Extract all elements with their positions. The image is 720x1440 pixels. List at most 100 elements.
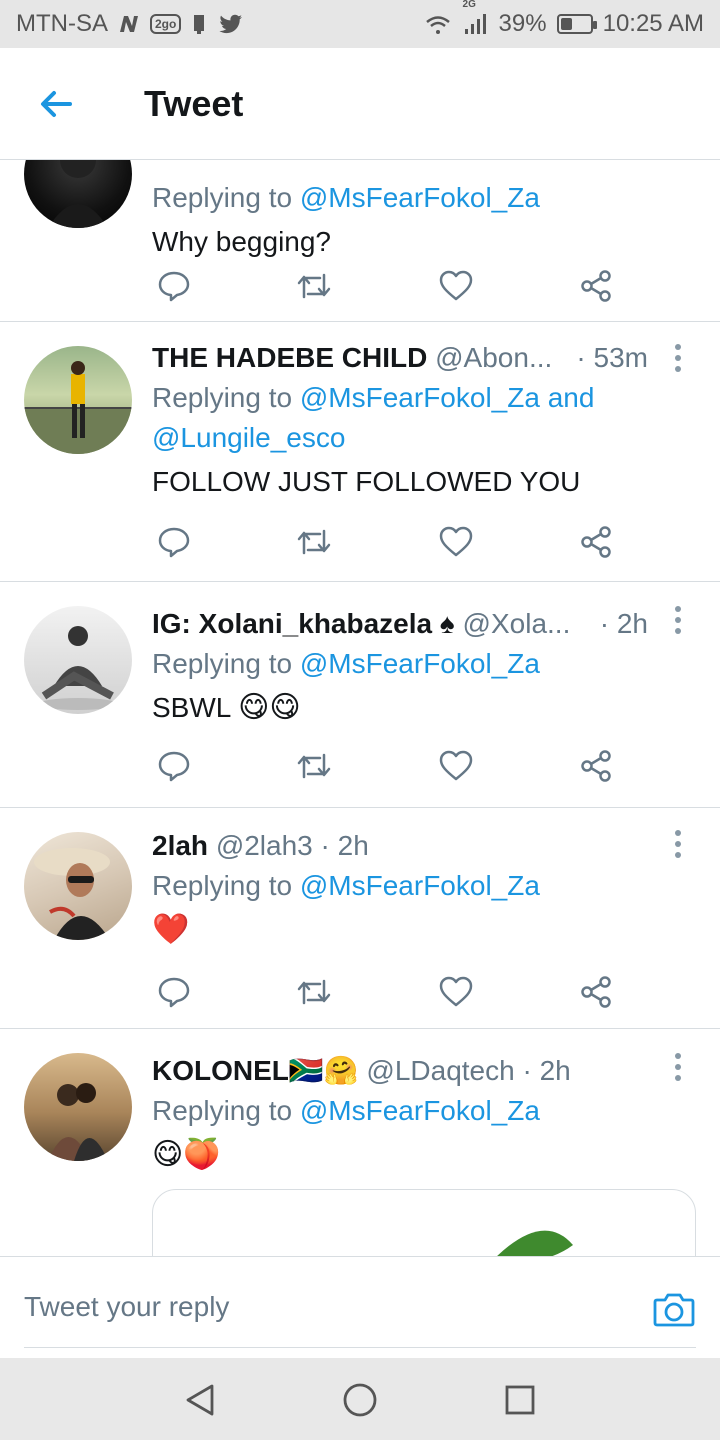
name-emoji: ♠ bbox=[439, 608, 455, 639]
more-options-button[interactable] bbox=[666, 1047, 690, 1087]
share-button[interactable] bbox=[574, 970, 618, 1014]
more-options-button[interactable] bbox=[666, 824, 690, 864]
retweet-button[interactable] bbox=[292, 744, 336, 788]
battery-icon bbox=[556, 14, 597, 34]
reply-icon bbox=[158, 751, 190, 782]
recents-square-icon bbox=[505, 1385, 535, 1415]
share-button[interactable] bbox=[574, 264, 618, 308]
avatar[interactable] bbox=[24, 1053, 132, 1161]
reply-feed: Replying to @MsFearFokol_Za Why begging?… bbox=[0, 160, 720, 1256]
mention-link[interactable]: @Lungile_esco bbox=[152, 422, 345, 453]
tweet-item[interactable]: THE HADEBE CHILD @Abon... Replying to @M… bbox=[0, 322, 720, 582]
reply-icon bbox=[158, 271, 190, 302]
app-header: Tweet bbox=[0, 48, 720, 160]
tweet-text: SBWL bbox=[152, 692, 231, 723]
camera-icon bbox=[653, 1293, 695, 1327]
retweet-button[interactable] bbox=[292, 520, 336, 564]
mention-link[interactable]: @MsFearFokol_Za bbox=[300, 648, 540, 679]
timestamp[interactable]: · 2h bbox=[522, 1055, 570, 1086]
replying-label: Replying to bbox=[152, 648, 293, 679]
back-button[interactable] bbox=[26, 74, 86, 134]
media-image bbox=[497, 1230, 573, 1256]
tweet-item[interactable]: Replying to @MsFearFokol_Za Why begging? bbox=[0, 160, 720, 322]
page-title: Tweet bbox=[144, 82, 244, 124]
tweet-emoji: 😋😋 bbox=[238, 691, 301, 724]
nav-back-button[interactable] bbox=[178, 1378, 222, 1422]
2go-icon: 2go bbox=[150, 14, 182, 34]
like-button[interactable] bbox=[434, 264, 478, 308]
tweet-item[interactable]: KOLONEL🇿🇦🤗 @LDaqtech · 2h Replying to @M… bbox=[0, 1029, 720, 1256]
reply-underline bbox=[24, 1347, 696, 1348]
nav-recents-button[interactable] bbox=[498, 1378, 542, 1422]
tweet-emoji: 😋🍑 bbox=[152, 1138, 221, 1171]
avatar[interactable] bbox=[24, 832, 132, 940]
reply-composer bbox=[0, 1256, 720, 1358]
reply-button[interactable] bbox=[152, 520, 196, 564]
like-icon bbox=[439, 270, 473, 301]
status-bar: MTN-SA 2go 2G 39% 10:25 AM bbox=[0, 0, 720, 48]
carrier-label: MTN-SA bbox=[16, 10, 108, 37]
user-handle[interactable]: @Xola... bbox=[463, 608, 571, 639]
more-options-button[interactable] bbox=[666, 600, 690, 640]
reply-button[interactable] bbox=[152, 744, 196, 788]
share-icon bbox=[581, 526, 611, 558]
camera-button[interactable] bbox=[652, 1287, 696, 1331]
timestamp[interactable]: · 53m bbox=[576, 338, 648, 378]
like-button[interactable] bbox=[434, 520, 478, 564]
arrow-left-icon bbox=[41, 90, 72, 117]
share-button[interactable] bbox=[574, 520, 618, 564]
avatar[interactable] bbox=[24, 346, 132, 454]
retweet-button[interactable] bbox=[292, 264, 336, 308]
share-icon bbox=[581, 270, 611, 302]
clock: 10:25 AM bbox=[602, 10, 704, 37]
name-emoji: 🇿🇦🤗 bbox=[288, 1055, 359, 1086]
reply-button[interactable] bbox=[152, 970, 196, 1014]
n-logo-icon bbox=[118, 14, 140, 34]
replying-label: Replying to bbox=[152, 182, 293, 213]
like-button[interactable] bbox=[434, 744, 478, 788]
tweet-text: Why begging? bbox=[152, 226, 332, 257]
more-options-button[interactable] bbox=[666, 338, 690, 378]
mention-link[interactable]: @MsFearFokol_Za bbox=[300, 870, 540, 901]
like-icon bbox=[439, 750, 473, 781]
user-handle[interactable]: @LDaqtech bbox=[366, 1055, 514, 1086]
mention-link[interactable]: @MsFearFokol_Za bbox=[300, 182, 540, 213]
user-handle[interactable]: @2lah3 bbox=[216, 830, 313, 861]
avatar[interactable] bbox=[24, 606, 132, 714]
reply-button[interactable] bbox=[152, 264, 196, 308]
twitter-bird-icon bbox=[219, 14, 243, 34]
like-button[interactable] bbox=[434, 970, 478, 1014]
nav-home-button[interactable] bbox=[338, 1378, 382, 1422]
mention-link[interactable]: @MsFearFokol_Za bbox=[300, 382, 540, 413]
mention-link[interactable]: @MsFearFokol_Za bbox=[300, 1095, 540, 1126]
timestamp[interactable]: · 2h bbox=[600, 604, 648, 644]
share-icon bbox=[581, 750, 611, 782]
like-icon bbox=[439, 976, 473, 1007]
system-nav-bar bbox=[0, 1358, 720, 1440]
signal-icon: 2G bbox=[463, 0, 489, 35]
display-name[interactable]: THE HADEBE CHILD bbox=[152, 342, 427, 373]
network-type-label: 2G bbox=[462, 0, 476, 10]
reply-icon bbox=[158, 977, 190, 1008]
reply-input[interactable] bbox=[24, 1287, 584, 1327]
battery-percent: 39% bbox=[498, 10, 547, 37]
timestamp[interactable]: · 2h bbox=[321, 830, 369, 861]
replying-label: Replying to bbox=[152, 1095, 293, 1126]
share-button[interactable] bbox=[574, 744, 618, 788]
replying-label: Replying to bbox=[152, 870, 293, 901]
user-handle[interactable]: @Abon... bbox=[435, 342, 552, 373]
retweet-button[interactable] bbox=[292, 970, 336, 1014]
like-icon bbox=[439, 526, 473, 557]
tweet-item[interactable]: 2lah @2lah3 · 2h Replying to @MsFearFoko… bbox=[0, 808, 720, 1029]
replying-and-label: and bbox=[547, 382, 595, 413]
display-name[interactable]: KOLONEL bbox=[152, 1055, 289, 1086]
avatar[interactable] bbox=[24, 160, 132, 228]
notification-icon bbox=[191, 13, 209, 35]
retweet-icon bbox=[297, 273, 331, 299]
display-name[interactable]: IG: Xolani_khabazela bbox=[152, 608, 432, 639]
retweet-icon bbox=[297, 979, 331, 1005]
media-card[interactable] bbox=[152, 1189, 696, 1256]
replying-label: Replying to bbox=[152, 382, 293, 413]
display-name[interactable]: 2lah bbox=[152, 830, 208, 861]
reply-icon bbox=[158, 527, 190, 558]
